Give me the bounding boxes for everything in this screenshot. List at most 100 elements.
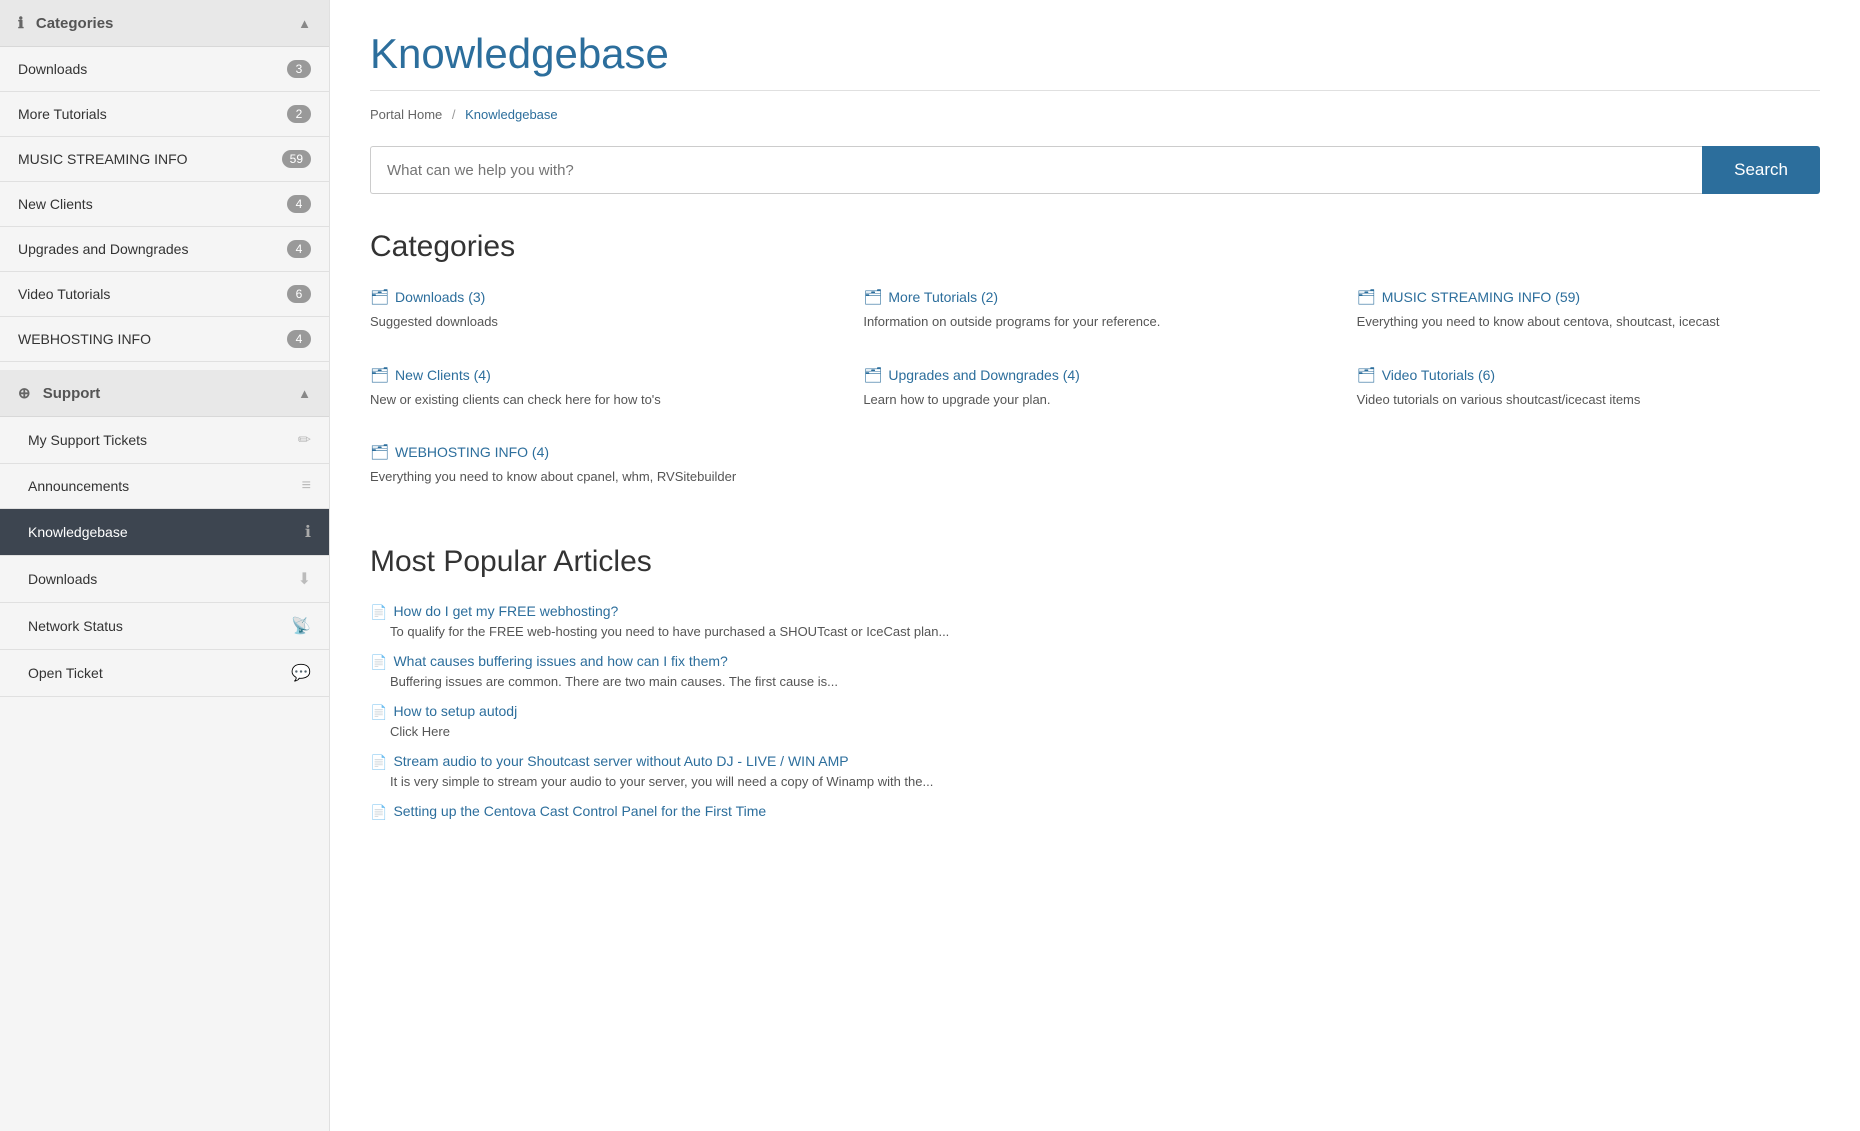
category-placeholder [863, 443, 1326, 501]
sidebar-item[interactable]: Downloads 3 [0, 47, 329, 92]
category-link[interactable]: 🗂 More Tutorials (2) [863, 288, 1326, 306]
search-input[interactable] [370, 146, 1702, 194]
category-link-text: MUSIC STREAMING INFO (59) [1382, 289, 1580, 305]
support-item-icon: ⬇ [298, 569, 311, 589]
sidebar-item[interactable]: WEBHOSTING INFO 4 [0, 317, 329, 362]
article-title: How do I get my FREE webhosting? [393, 603, 618, 619]
article-link[interactable]: 📄 How do I get my FREE webhosting? [370, 603, 1820, 621]
category-link-text: Video Tutorials (6) [1382, 367, 1495, 383]
folder-icon: 🗂 [863, 288, 882, 306]
support-globe-icon: ⊕ [18, 385, 31, 402]
support-item-label: My Support Tickets [28, 432, 147, 448]
support-item-label: Knowledgebase [28, 524, 128, 540]
category-desc: New or existing clients can check here f… [370, 390, 833, 410]
category-link[interactable]: 🗂 Video Tutorials (6) [1357, 366, 1820, 384]
article-item: 📄 How do I get my FREE webhosting? To qu… [370, 603, 1820, 639]
support-item-label: Open Ticket [28, 665, 103, 681]
category-link-text: Upgrades and Downgrades (4) [888, 367, 1079, 383]
sidebar-support-item-knowledgebase[interactable]: Knowledgebase ℹ [0, 509, 329, 556]
category-link[interactable]: 🗂 Upgrades and Downgrades (4) [863, 366, 1326, 384]
doc-icon: 📄 [370, 704, 387, 721]
sidebar-item-badge: 4 [287, 330, 311, 348]
support-item-icon: 📡 [291, 616, 311, 636]
category-link[interactable]: 🗂 Downloads (3) [370, 288, 833, 306]
sidebar-item[interactable]: New Clients 4 [0, 182, 329, 227]
article-title: What causes buffering issues and how can… [393, 653, 727, 669]
category-desc: Video tutorials on various shoutcast/ice… [1357, 390, 1820, 410]
sidebar-support-item-announcements[interactable]: Announcements ≡ [0, 464, 329, 509]
doc-icon: 📄 [370, 804, 387, 821]
sidebar-support-item-my-support-tickets[interactable]: My Support Tickets ✏ [0, 417, 329, 464]
article-link[interactable]: 📄 Stream audio to your Shoutcast server … [370, 753, 1820, 771]
popular-articles-title: Most Popular Articles [370, 545, 1820, 579]
sidebar-item[interactable]: Upgrades and Downgrades 4 [0, 227, 329, 272]
category-placeholder [1357, 443, 1820, 501]
article-item: 📄 Setting up the Centova Cast Control Pa… [370, 803, 1820, 821]
category-desc: Suggested downloads [370, 312, 833, 332]
sidebar-item-badge: 4 [287, 240, 311, 258]
category-link-text: More Tutorials (2) [888, 289, 998, 305]
article-item: 📄 How to setup autodj Click Here [370, 703, 1820, 739]
sidebar-item-label: Downloads [18, 61, 87, 77]
sidebar-item[interactable]: More Tutorials 2 [0, 92, 329, 137]
category-link[interactable]: 🗂 MUSIC STREAMING INFO (59) [1357, 288, 1820, 306]
category-card: 🗂 MUSIC STREAMING INFO (59) Everything y… [1357, 288, 1820, 346]
article-title: Stream audio to your Shoutcast server wi… [393, 753, 848, 769]
chevron-icon: ▲ [298, 16, 311, 31]
folder-icon: 🗂 [1357, 366, 1376, 384]
sidebar-support-list: My Support Tickets ✏ Announcements ≡ Kno… [0, 417, 329, 697]
article-link[interactable]: 📄 What causes buffering issues and how c… [370, 653, 1820, 671]
sidebar-support-header[interactable]: ⊕ Support ▲ [0, 370, 329, 417]
category-card: 🗂 New Clients (4) New or existing client… [370, 366, 833, 424]
support-item-icon: ✏ [298, 430, 311, 450]
breadcrumb-home[interactable]: Portal Home [370, 107, 442, 122]
support-item-icon: 💬 [291, 663, 311, 683]
sidebar-support-item-downloads[interactable]: Downloads ⬇ [0, 556, 329, 603]
sidebar-item-badge: 4 [287, 195, 311, 213]
article-link[interactable]: 📄 How to setup autodj [370, 703, 1820, 721]
sidebar-item-badge: 3 [287, 60, 311, 78]
category-card: 🗂 WEBHOSTING INFO (4) Everything you nee… [370, 443, 833, 501]
breadcrumb-sep: / [452, 107, 456, 122]
sidebar-item-label: Video Tutorials [18, 286, 110, 302]
category-card: 🗂 Downloads (3) Suggested downloads [370, 288, 833, 346]
search-button[interactable]: Search [1702, 146, 1820, 194]
breadcrumb-current: Knowledgebase [465, 107, 558, 122]
info-icon: ℹ [18, 15, 24, 32]
sidebar-categories-header[interactable]: ℹ Categories ▲ [0, 0, 329, 47]
support-item-label: Network Status [28, 618, 123, 634]
categories-grid: 🗂 Downloads (3) Suggested downloads 🗂 Mo… [370, 288, 1820, 501]
support-item-label: Announcements [28, 478, 129, 494]
support-item-label: Downloads [28, 571, 97, 587]
sidebar-item[interactable]: MUSIC STREAMING INFO 59 [0, 137, 329, 182]
category-link-text: New Clients (4) [395, 367, 491, 383]
folder-icon: 🗂 [370, 443, 389, 461]
sidebar-categories-label: Categories [36, 15, 114, 32]
sidebar-support-item-network-status[interactable]: Network Status 📡 [0, 603, 329, 650]
article-desc: It is very simple to stream your audio t… [370, 774, 1820, 789]
category-link-text: Downloads (3) [395, 289, 485, 305]
sidebar-item-badge: 2 [287, 105, 311, 123]
doc-icon: 📄 [370, 654, 387, 671]
category-link[interactable]: 🗂 WEBHOSTING INFO (4) [370, 443, 833, 461]
category-link[interactable]: 🗂 New Clients (4) [370, 366, 833, 384]
sidebar-item[interactable]: Video Tutorials 6 [0, 272, 329, 317]
sidebar-item-label: New Clients [18, 196, 93, 212]
folder-icon: 🗂 [370, 288, 389, 306]
articles-list: 📄 How do I get my FREE webhosting? To qu… [370, 603, 1820, 821]
sidebar-support-item-open-ticket[interactable]: Open Ticket 💬 [0, 650, 329, 697]
search-bar: Search [370, 146, 1820, 194]
sidebar-support-label: Support [43, 385, 101, 402]
article-link[interactable]: 📄 Setting up the Centova Cast Control Pa… [370, 803, 1820, 821]
category-card: 🗂 Upgrades and Downgrades (4) Learn how … [863, 366, 1326, 424]
breadcrumb: Portal Home / Knowledgebase [370, 107, 1820, 122]
folder-icon: 🗂 [370, 366, 389, 384]
category-card: 🗂 Video Tutorials (6) Video tutorials on… [1357, 366, 1820, 424]
sidebar: ℹ Categories ▲ Downloads 3 More Tutorial… [0, 0, 330, 1131]
title-divider [370, 90, 1820, 91]
main-content: Knowledgebase Portal Home / Knowledgebas… [330, 0, 1860, 1131]
article-desc: To qualify for the FREE web-hosting you … [370, 624, 1820, 639]
doc-icon: 📄 [370, 604, 387, 621]
category-desc: Learn how to upgrade your plan. [863, 390, 1326, 410]
article-item: 📄 What causes buffering issues and how c… [370, 653, 1820, 689]
